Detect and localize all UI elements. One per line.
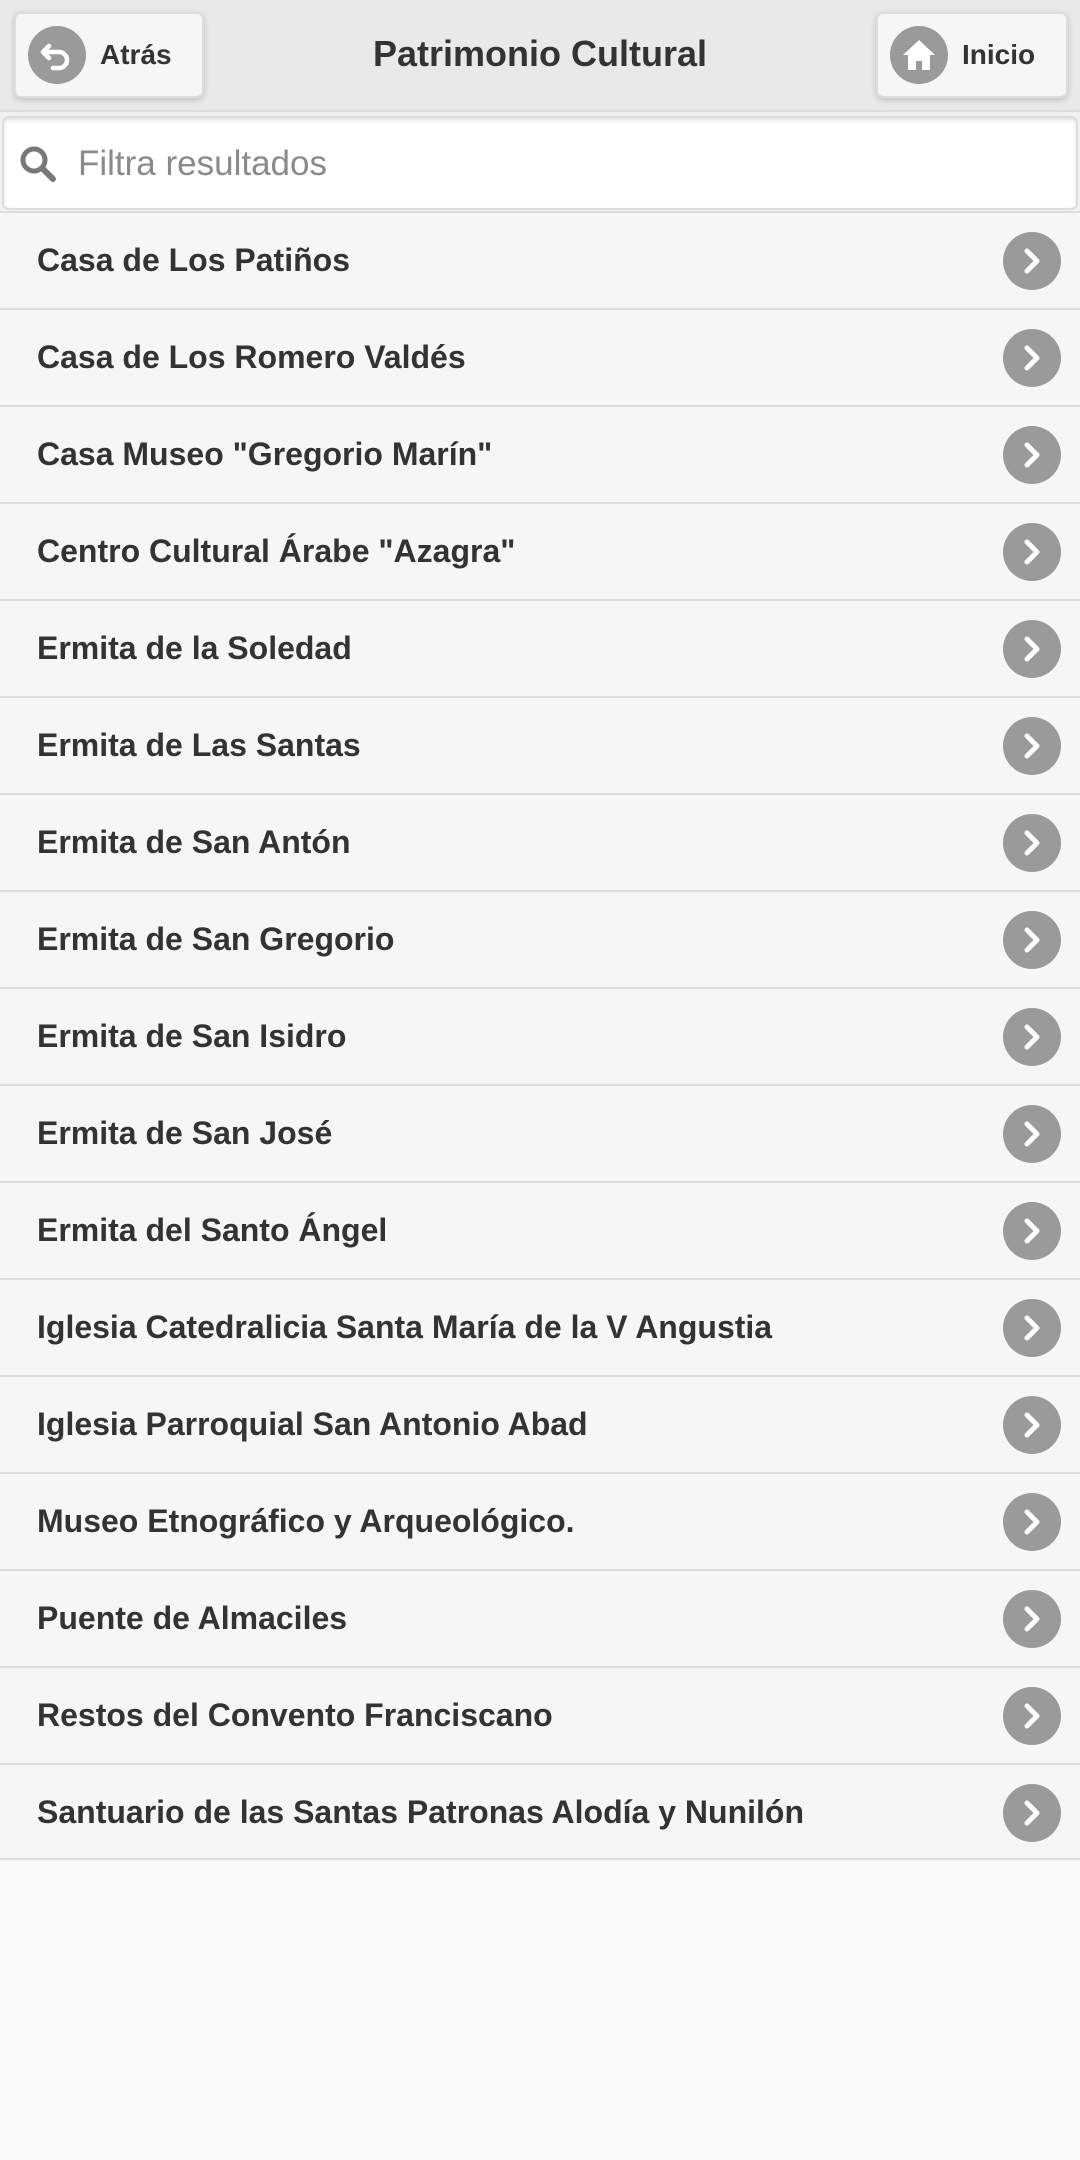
list-item[interactable]: Ermita de Las Santas [0,696,1080,793]
list-item-label: Ermita de San Isidro [37,1018,347,1054]
list-item-label: Museo Etnográfico y Arqueológico. [37,1503,575,1539]
list-item[interactable]: Ermita de San Isidro [0,987,1080,1084]
list-item-label: Ermita del Santo Ángel [37,1212,388,1248]
header-bar: Atrás Patrimonio Cultural Inicio [0,0,1080,112]
list-item-label: Puente de Almaciles [37,1600,348,1636]
list-item[interactable]: Ermita de la Soledad [0,599,1080,696]
list-item-label: Casa de Los Romero Valdés [37,339,466,375]
list-item-label: Iglesia Parroquial San Antonio Abad [37,1406,588,1442]
list-item-label: Casa de Los Patiños [37,242,350,278]
list-item-label: Iglesia Catedralicia Santa María de la V… [37,1309,773,1345]
chevron-right-icon [1003,1008,1061,1066]
list-item-label: Ermita de San Antón [37,824,351,860]
chevron-right-icon [1003,1493,1061,1551]
chevron-right-icon [1003,1687,1061,1745]
search-box [2,116,1078,210]
chevron-right-icon [1003,620,1061,678]
back-button[interactable]: Atrás [14,12,204,98]
home-button[interactable]: Inicio [876,12,1068,98]
page-title: Patrimonio Cultural [372,33,708,74]
results-list: Casa de Los Patiños Casa de Los Romero V… [0,211,1080,1860]
search-bar [0,112,1080,212]
home-icon [890,26,948,84]
list-item-label: Ermita de San Gregorio [37,921,395,957]
chevron-right-icon [1003,1105,1061,1163]
list-item-label: Restos del Convento Franciscano [37,1697,553,1733]
list-item[interactable]: Puente de Almaciles [0,1569,1080,1666]
list-item[interactable]: Casa de Los Romero Valdés [0,308,1080,405]
list-item-label: Santuario de las Santas Patronas Alodía … [37,1794,804,1830]
search-input[interactable] [76,132,1056,196]
list-item-label: Ermita de la Soledad [37,630,352,666]
list-item[interactable]: Iglesia Parroquial San Antonio Abad [0,1375,1080,1472]
home-button-label: Inicio [962,39,1036,70]
list-item[interactable]: Santuario de las Santas Patronas Alodía … [0,1763,1080,1860]
chevron-right-icon [1003,717,1061,775]
undo-arrow-icon [28,26,86,84]
back-button-label: Atrás [100,39,172,70]
list-item[interactable]: Casa de Los Patiños [0,211,1080,308]
search-icon [18,144,58,184]
chevron-right-icon [1003,911,1061,969]
list-item[interactable]: Restos del Convento Franciscano [0,1666,1080,1763]
list-item-label: Centro Cultural Árabe "Azagra" [37,533,516,569]
chevron-right-icon [1003,1202,1061,1260]
list-item[interactable]: Centro Cultural Árabe "Azagra" [0,502,1080,599]
chevron-right-icon [1003,814,1061,872]
list-item[interactable]: Ermita de San Gregorio [0,890,1080,987]
list-item[interactable]: Ermita del Santo Ángel [0,1181,1080,1278]
list-item-label: Ermita de San José [37,1115,333,1151]
chevron-right-icon [1003,1784,1061,1842]
list-item[interactable]: Casa Museo "Gregorio Marín" [0,405,1080,502]
list-item-label: Casa Museo "Gregorio Marín" [37,436,493,472]
chevron-right-icon [1003,1299,1061,1357]
list-item[interactable]: Ermita de San Antón [0,793,1080,890]
chevron-right-icon [1003,426,1061,484]
chevron-right-icon [1003,1590,1061,1648]
chevron-right-icon [1003,232,1061,290]
chevron-right-icon [1003,1396,1061,1454]
list-item[interactable]: Ermita de San José [0,1084,1080,1181]
list-item-label: Ermita de Las Santas [37,727,361,763]
list-item[interactable]: Museo Etnográfico y Arqueológico. [0,1472,1080,1569]
chevron-right-icon [1003,329,1061,387]
chevron-right-icon [1003,523,1061,581]
list-item[interactable]: Iglesia Catedralicia Santa María de la V… [0,1278,1080,1375]
